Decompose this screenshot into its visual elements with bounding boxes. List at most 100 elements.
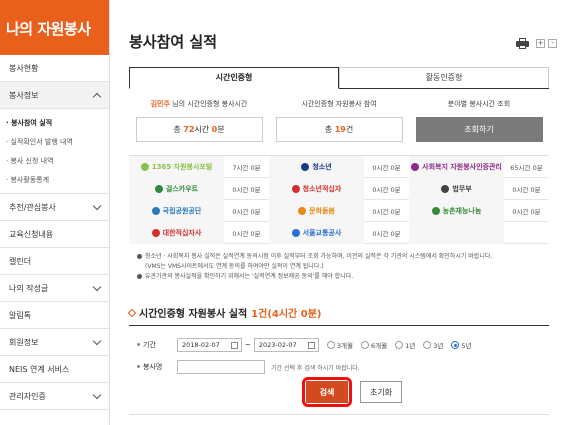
org-row: 대한적십자사 0시간 0분 서울교통공사 0시간 0분 xyxy=(129,221,549,244)
org-name: 농촌재능나눔 xyxy=(442,206,482,215)
org-cell xyxy=(409,221,549,244)
radio-circle-selected[interactable] xyxy=(451,341,460,349)
org-logo: 법무부 xyxy=(409,177,504,200)
tab-activity-certified[interactable]: 활동인증형 xyxy=(339,67,549,88)
org-hours-grid: 1365 자원봉사포털 7시간 0분 청소년 0시간 0분 사회복지 자원봉사인증관리 6… xyxy=(129,155,549,244)
search-form: 기간 2018-02-07 ~ 2023-02-07 3개월 6개월 1년 3년… xyxy=(129,325,549,415)
sidebar-item-alimtalk[interactable]: 알림톡 xyxy=(0,302,109,329)
diamond-icon xyxy=(127,308,137,317)
org-logo: 1365 자원봉사포털 xyxy=(129,155,224,178)
org-time: 0시간 0분 xyxy=(372,185,401,194)
note-line: 유관기관의 봉사실적을 확인하기 위해서는 '실적연계 정보제공 동의'를 해야… xyxy=(145,273,354,280)
sidebar-item-label: 회원정보 xyxy=(9,337,39,347)
calendar-icon[interactable] xyxy=(231,342,238,349)
org-cell: 법무부 0시간 0분 xyxy=(409,177,549,200)
org-time: 0시간 0분 xyxy=(232,229,261,238)
org-name: 1365 자원봉사포털 xyxy=(151,162,213,171)
org-name: 문화돌봄 xyxy=(309,206,335,215)
print-icon[interactable] xyxy=(516,38,529,49)
radio-circle[interactable] xyxy=(423,341,432,349)
chevron-down-icon xyxy=(92,201,102,210)
radio-circle[interactable] xyxy=(395,341,404,349)
org-logo: 대한적십자사 xyxy=(129,221,224,244)
sidebar-item-my-posts[interactable]: 나의 작성글 xyxy=(0,275,109,302)
summary-total-hours: 김민주 님의 시간인증형 봉사시간 총 72시간 0분 xyxy=(129,97,269,142)
volunteer-name-input[interactable] xyxy=(177,360,265,374)
radio-circle[interactable] xyxy=(360,341,369,349)
chevron-down-icon xyxy=(92,390,102,399)
radio-5-years[interactable]: 5년 xyxy=(451,340,471,350)
date-range-separator: ~ xyxy=(245,341,251,349)
page-title: 봉사참여 실적 xyxy=(129,33,218,51)
submenu-item-certificate-history[interactable]: · 실적확인서 발행 내역 xyxy=(6,132,109,151)
radio-6-months[interactable]: 6개월 xyxy=(360,340,387,350)
sidebar-item-label: 봉사정보 xyxy=(9,90,39,100)
org-row: 1365 자원봉사포털 7시간 0분 청소년 0시간 0분 사회복지 자원봉사인증관리 6… xyxy=(129,155,549,178)
sidebar-item-recommended[interactable]: 추천/관심봉사 xyxy=(0,194,109,221)
org-time: 0시간 0분 xyxy=(232,207,261,216)
period-label: 기간 xyxy=(129,340,177,350)
org-logo: 사회복지 자원봉사인증관리 xyxy=(409,155,504,178)
zoom-in-button[interactable]: + xyxy=(536,39,545,48)
org-logo-icon xyxy=(301,162,310,171)
submenu-item-participation-record[interactable]: · 봉사참여 실적 xyxy=(6,113,109,132)
sidebar-item-admin-auth[interactable]: 관리자인증 xyxy=(0,383,109,410)
sidebar-item-volunteer-info[interactable]: 봉사정보 xyxy=(0,82,109,109)
org-cell: 1365 자원봉사포털 7시간 0분 xyxy=(129,155,269,178)
org-logo: 걸스카우트 xyxy=(129,177,224,200)
page-tools: + - xyxy=(516,38,557,49)
submenu-item-application-history[interactable]: · 봉사 신청 내역 xyxy=(6,151,109,170)
org-logo: 문화돌봄 xyxy=(269,199,364,222)
user-name: 김민주 xyxy=(150,100,170,108)
sidebar-item-member-info[interactable]: 회원정보 xyxy=(0,329,109,356)
org-logo: 국립공원공단 xyxy=(129,199,224,222)
org-name: 사회복지 자원봉사인증관리 xyxy=(422,162,502,171)
name-row: 봉사명 기간 선택 후 검색 하시기 바랍니다. xyxy=(129,360,360,374)
org-logo: 서울교통공사 xyxy=(269,221,364,244)
radio-circle[interactable] xyxy=(326,341,335,349)
result-title: 시간인증형 자원봉사 실적 1건(4시간 0분) xyxy=(127,305,322,320)
sidebar-item-calendar[interactable]: 캘린더 xyxy=(0,248,109,275)
org-time: 0시간 0분 xyxy=(512,185,541,194)
org-logo-icon xyxy=(298,206,307,215)
sidebar-item-education[interactable]: 교육신청내용 xyxy=(0,221,109,248)
org-time: 0시간 0분 xyxy=(372,229,401,238)
start-date-input[interactable]: 2018-02-07 xyxy=(177,338,242,352)
summary-label: 분야별 봉사시간 조회 xyxy=(447,100,511,108)
field-query-button[interactable]: 조회하기 xyxy=(415,117,543,142)
search-hint: 기간 선택 후 검색 하시기 바랍니다. xyxy=(271,364,360,372)
sidebar-item-neis[interactable]: NEIS 연계 서비스 xyxy=(0,356,109,383)
summary-label: 님의 시간인증형 봉사시간 xyxy=(169,100,248,108)
org-time: 0시간 0분 xyxy=(512,207,541,216)
end-date-input[interactable]: 2023-02-07 xyxy=(253,338,319,352)
radio-1-year[interactable]: 1년 xyxy=(395,340,415,350)
org-logo-icon xyxy=(151,228,160,237)
sidebar-item-status[interactable]: 봉사현황 xyxy=(0,55,109,82)
sidebar-item-label: 나의 작성글 xyxy=(9,283,49,293)
radio-3-months[interactable]: 3개월 xyxy=(326,340,353,350)
search-button-highlight xyxy=(302,377,352,407)
org-name: 걸스카우트 xyxy=(165,184,199,193)
info-bullet-icon xyxy=(137,254,142,259)
submenu-item-statistics[interactable]: · 봉사활동통계 xyxy=(6,170,109,189)
reset-button[interactable]: 초기화 xyxy=(360,381,402,403)
tab-time-certified[interactable]: 시간인증형 xyxy=(129,67,339,89)
org-cell: 걸스카우트 0시간 0분 xyxy=(129,177,269,200)
org-cell: 사회복지 자원봉사인증관리 65시간 0분 xyxy=(409,155,549,178)
info-bullet-icon xyxy=(137,274,142,279)
sidebar-item-label: 봉사현황 xyxy=(9,63,39,73)
org-name: 국립공원공단 xyxy=(162,206,202,215)
result-count: 1건(4시간 0분) xyxy=(251,309,322,320)
radio-3-years[interactable]: 3년 xyxy=(423,340,443,350)
org-logo-icon xyxy=(151,206,160,215)
calendar-icon[interactable] xyxy=(307,342,315,349)
participation-count-value: 19 xyxy=(334,125,346,134)
org-name: 대한적십자사 xyxy=(162,228,202,237)
name-label: 봉사명 xyxy=(129,362,177,372)
org-time: 65시간 0분 xyxy=(510,163,543,172)
org-time: 0시간 0분 xyxy=(372,163,401,172)
org-logo-icon xyxy=(154,184,163,193)
zoom-out-button[interactable]: - xyxy=(548,39,557,48)
total-hours-box: 총 72시간 0분 xyxy=(135,117,263,142)
period-row: 기간 2018-02-07 ~ 2023-02-07 3개월 6개월 1년 3년… xyxy=(129,338,471,352)
